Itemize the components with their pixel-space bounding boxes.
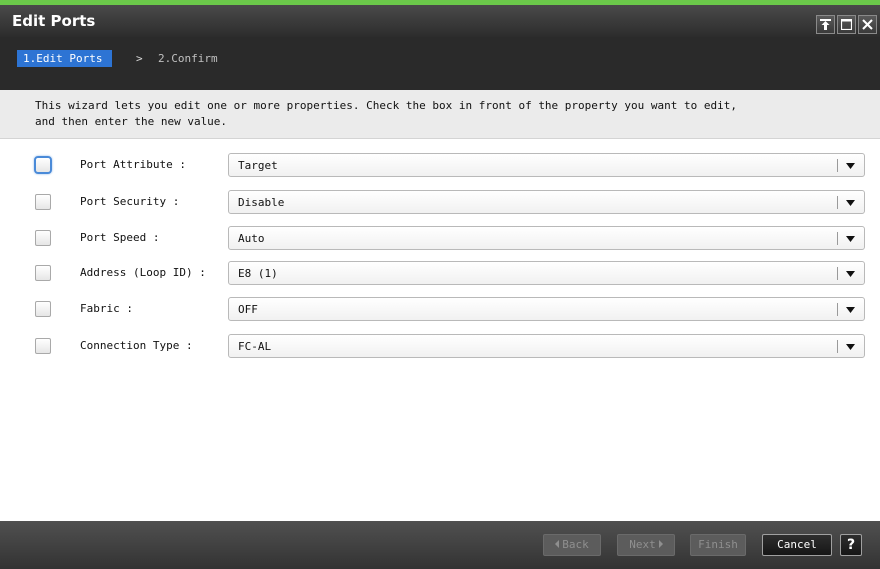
property-row-port-attribute: Port Attribute : Target: [0, 153, 880, 177]
address-loop-id-value: E8 (1): [238, 267, 278, 280]
property-row-fabric: Fabric : OFF: [0, 297, 880, 321]
edit-ports-dialog: Edit Ports 1.Edit Ports > 2.Confirm This…: [0, 0, 880, 569]
step-edit-ports: 1.Edit Ports: [17, 50, 113, 67]
wizard-steps: 1.Edit Ports > 2.Confirm: [0, 37, 880, 90]
pin-button[interactable]: [816, 15, 835, 34]
back-label: Back: [562, 538, 589, 551]
port-security-checkbox[interactable]: [35, 194, 51, 210]
port-attribute-select[interactable]: Target: [228, 153, 865, 177]
port-attribute-checkbox[interactable]: [34, 156, 52, 174]
step-confirm: 2.Confirm: [158, 52, 218, 65]
port-speed-value: Auto: [238, 232, 265, 245]
port-attribute-value: Target: [238, 159, 278, 172]
maximize-button[interactable]: [837, 15, 856, 34]
fabric-select[interactable]: OFF: [228, 297, 865, 321]
port-security-value: Disable: [238, 196, 285, 209]
finish-label: Finish: [698, 538, 738, 551]
select-divider: [837, 159, 838, 172]
dialog-title: Edit Ports: [12, 12, 96, 30]
chevron-down-icon: [846, 200, 855, 206]
close-icon: [862, 19, 873, 30]
connection-type-checkbox[interactable]: [35, 338, 51, 354]
select-divider: [837, 196, 838, 209]
fabric-value: OFF: [238, 303, 258, 316]
step-separator: >: [136, 52, 143, 65]
port-speed-checkbox[interactable]: [35, 230, 51, 246]
connection-type-value: FC-AL: [238, 340, 272, 353]
property-row-connection-type: Connection Type : FC-AL: [0, 334, 880, 358]
pin-icon: [820, 19, 831, 30]
chevron-down-icon: [846, 307, 855, 313]
close-button[interactable]: [858, 15, 877, 34]
property-row-port-security: Port Security : Disable: [0, 190, 880, 214]
chevron-down-icon: [846, 344, 855, 350]
next-button[interactable]: Next: [617, 534, 675, 556]
property-row-port-speed: Port Speed : Auto: [0, 226, 880, 250]
cancel-button[interactable]: Cancel: [762, 534, 832, 556]
cancel-label: Cancel: [777, 538, 817, 551]
select-divider: [837, 267, 838, 280]
help-button[interactable]: ?: [840, 534, 862, 556]
dialog-footer: Back Next Finish Cancel ?: [0, 521, 880, 569]
instructions-text: This wizard lets you edit one or more pr…: [35, 98, 835, 130]
port-security-select[interactable]: Disable: [228, 190, 865, 214]
address-loop-id-label: Address (Loop ID) :: [80, 266, 206, 279]
select-divider: [837, 340, 838, 353]
connection-type-select[interactable]: FC-AL: [228, 334, 865, 358]
maximize-icon: [841, 19, 852, 30]
instructions-line-1: This wizard lets you edit one or more pr…: [35, 99, 737, 112]
property-row-address-loop-id: Address (Loop ID) : E8 (1): [0, 261, 880, 285]
select-divider: [837, 232, 838, 245]
help-icon: ?: [846, 537, 856, 553]
fabric-checkbox[interactable]: [35, 301, 51, 317]
port-security-label: Port Security :: [80, 195, 180, 208]
connection-type-label: Connection Type :: [80, 339, 193, 352]
address-loop-id-select[interactable]: E8 (1): [228, 261, 865, 285]
fabric-label: Fabric :: [80, 302, 133, 315]
chevron-right-icon: [658, 540, 663, 548]
port-speed-select[interactable]: Auto: [228, 226, 865, 250]
chevron-down-icon: [846, 236, 855, 242]
select-divider: [837, 303, 838, 316]
port-attribute-label: Port Attribute :: [80, 158, 186, 171]
chevron-left-icon: [555, 540, 560, 548]
address-loop-id-checkbox[interactable]: [35, 265, 51, 281]
next-label: Next: [629, 538, 656, 551]
chevron-down-icon: [846, 163, 855, 169]
instructions-panel: This wizard lets you edit one or more pr…: [0, 90, 880, 139]
title-bar: Edit Ports: [0, 5, 880, 37]
finish-button[interactable]: Finish: [690, 534, 746, 556]
chevron-down-icon: [846, 271, 855, 277]
port-speed-label: Port Speed :: [80, 231, 160, 244]
back-button[interactable]: Back: [543, 534, 601, 556]
instructions-line-2: and then enter the new value.: [35, 115, 228, 128]
